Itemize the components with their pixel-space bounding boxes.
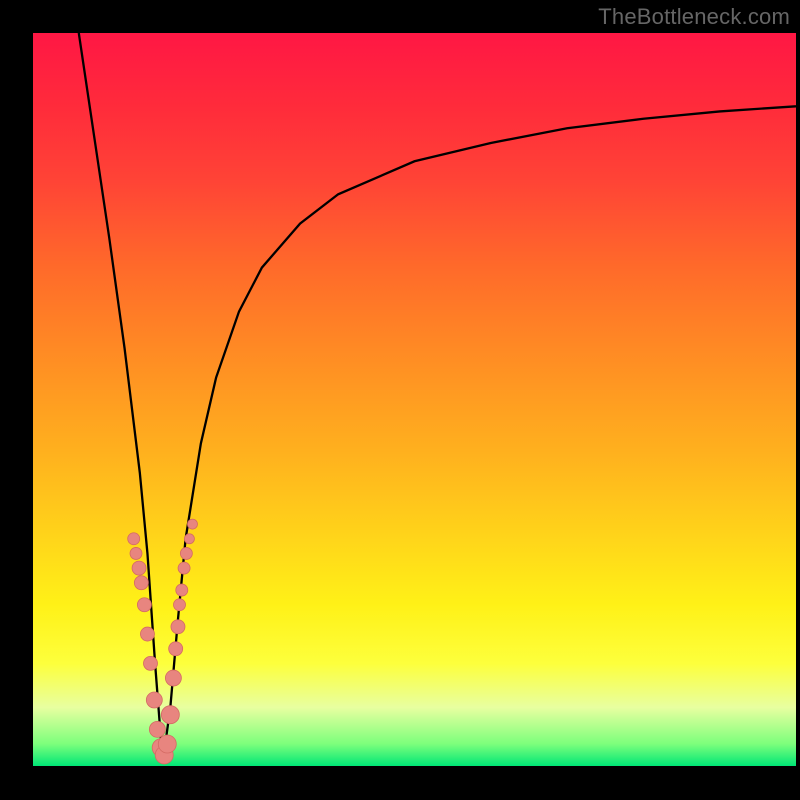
data-marker	[158, 735, 176, 753]
data-marker	[171, 620, 185, 634]
data-marker	[134, 576, 148, 590]
data-marker	[165, 670, 181, 686]
data-marker	[137, 598, 151, 612]
data-marker	[161, 706, 179, 724]
plot-area	[33, 33, 796, 766]
data-marker	[140, 627, 154, 641]
data-marker	[149, 721, 165, 737]
data-marker	[184, 534, 194, 544]
data-marker	[178, 562, 190, 574]
chart-frame: TheBottleneck.com	[0, 0, 800, 800]
data-marker	[130, 547, 142, 559]
data-marker	[144, 656, 158, 670]
bottleneck-curve	[79, 33, 796, 762]
data-marker	[146, 692, 162, 708]
chart-svg	[33, 33, 796, 766]
marker-group	[128, 519, 198, 764]
data-marker	[176, 584, 188, 596]
data-marker	[132, 561, 146, 575]
data-marker	[174, 599, 186, 611]
watermark-text: TheBottleneck.com	[598, 4, 790, 30]
data-marker	[180, 547, 192, 559]
data-marker	[128, 533, 140, 545]
data-marker	[187, 519, 197, 529]
data-marker	[169, 642, 183, 656]
